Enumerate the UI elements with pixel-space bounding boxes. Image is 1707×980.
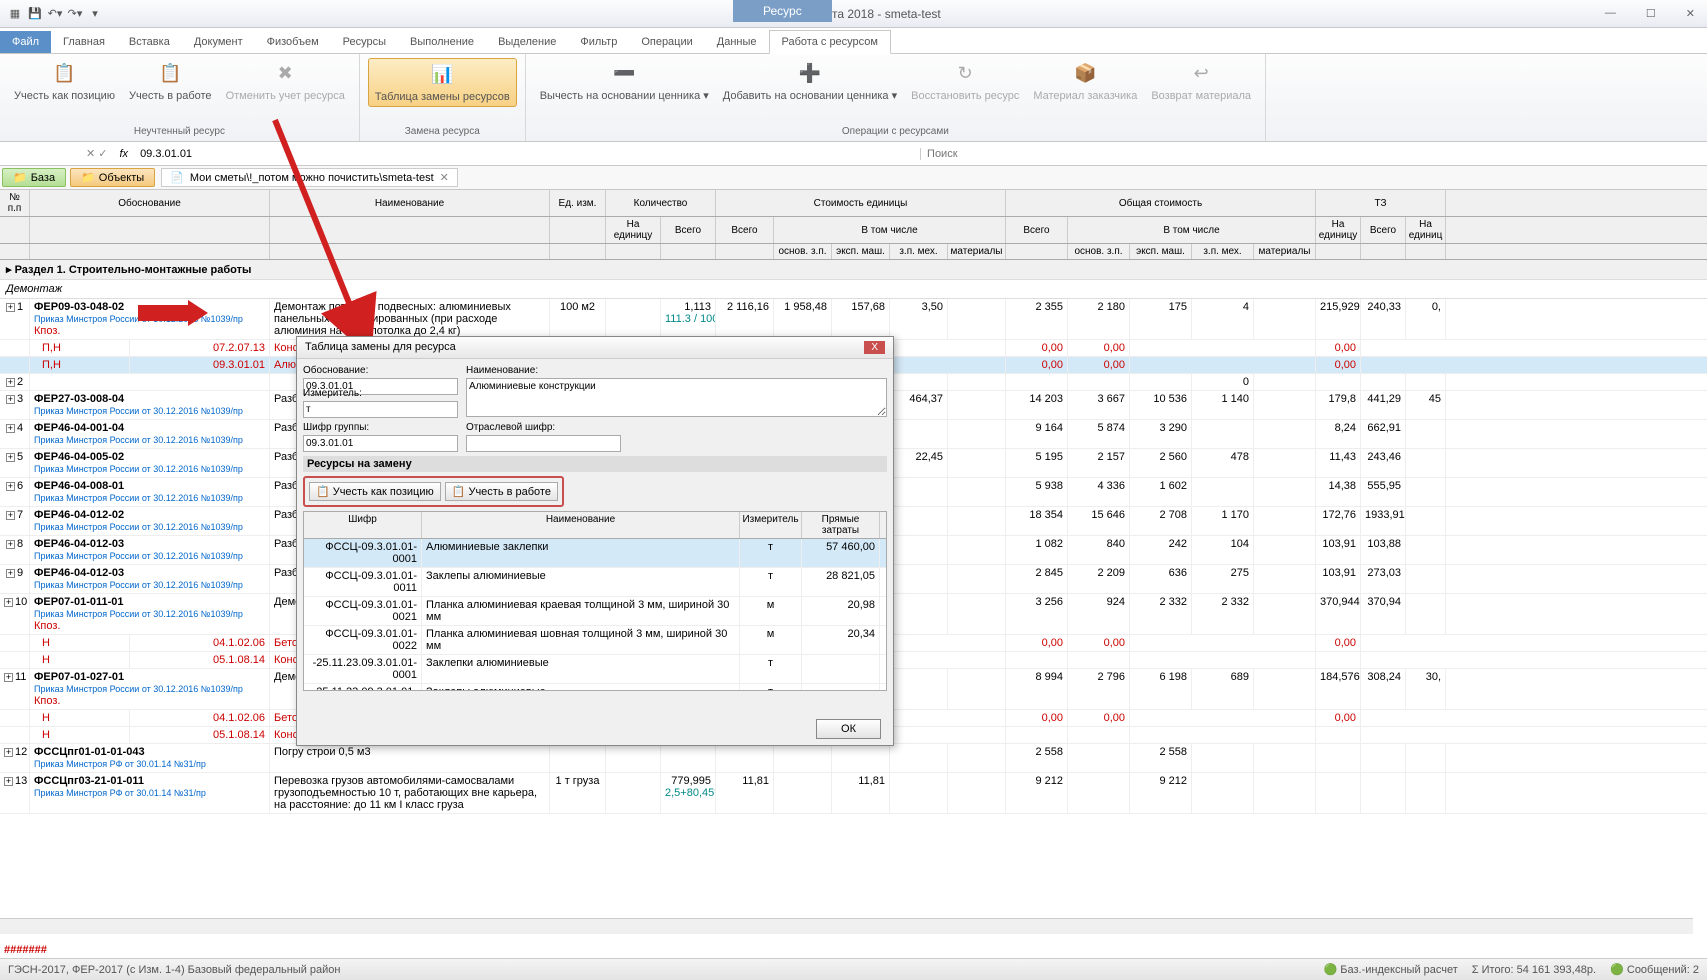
fx-label: fx bbox=[114, 148, 135, 160]
tab-main[interactable]: Главная bbox=[51, 31, 117, 53]
search-input[interactable] bbox=[920, 148, 1707, 160]
input-shifr[interactable] bbox=[303, 435, 458, 452]
table-row[interactable]: +12 ФССЦпг01-01-01-043Приказ Минстроя РФ… bbox=[0, 744, 1707, 773]
formula-input[interactable] bbox=[134, 148, 920, 160]
col-naim[interactable]: Наименование bbox=[270, 190, 550, 216]
document-tab[interactable]: 📄Мои сметы\!_потом можно почистить\smeta… bbox=[161, 168, 458, 187]
col-tz[interactable]: ТЗ bbox=[1316, 190, 1446, 216]
col-obsh[interactable]: Общая стоимость bbox=[1006, 190, 1316, 216]
dlg-section-header: Ресурсы на замену bbox=[303, 456, 887, 472]
dlg-grid-row[interactable]: ФССЦ-09.3.01.01-0011 Заклепы алюминиевые… bbox=[304, 568, 886, 597]
expand-icon[interactable]: + bbox=[4, 777, 13, 786]
hashes-indicator: ####### bbox=[4, 944, 47, 956]
expand-icon[interactable]: + bbox=[6, 378, 15, 387]
input-naim[interactable]: Алюминиевые конструкции bbox=[466, 378, 887, 417]
label-naim: Наименование: bbox=[466, 365, 887, 376]
expand-icon[interactable]: + bbox=[6, 569, 15, 578]
group-resource-ops: Операции с ресурсами bbox=[534, 124, 1257, 137]
btn-restore-resource[interactable]: ↻Восстановить ресурс bbox=[905, 58, 1025, 105]
tab-data[interactable]: Данные bbox=[705, 31, 769, 53]
expand-icon[interactable]: + bbox=[6, 395, 15, 404]
group-unaccounted: Неучтенный ресурс bbox=[8, 124, 351, 137]
tab-operations[interactable]: Операции bbox=[629, 31, 704, 53]
section-header[interactable]: ▸ Раздел 1. Строительно-монтажные работы bbox=[0, 260, 1707, 280]
group-replacement: Замена ресурса bbox=[368, 124, 517, 137]
dialog-close-icon[interactable]: X bbox=[864, 341, 885, 354]
app-icon: ▦ bbox=[6, 5, 24, 23]
col-num[interactable]: № п.п bbox=[0, 190, 30, 216]
context-tab[interactable]: Ресурс bbox=[733, 0, 832, 22]
expand-icon[interactable]: + bbox=[4, 748, 13, 757]
expand-icon[interactable]: + bbox=[4, 598, 13, 607]
nav-base[interactable]: 📁 База bbox=[2, 168, 66, 187]
status-messages[interactable]: 🟢 Сообщений: 2 bbox=[1610, 963, 1699, 976]
dlg-grid-row[interactable]: ФССЦ-09.3.01.01-0022 Планка алюминиевая … bbox=[304, 626, 886, 655]
status-calc-mode[interactable]: 🟢 Баз.-индексный расчет bbox=[1324, 963, 1458, 976]
tab-resources[interactable]: Ресурсы bbox=[331, 31, 398, 53]
btn-account-as-position[interactable]: 📋Учесть как позицию bbox=[8, 58, 121, 105]
tab-filter[interactable]: Фильтр bbox=[568, 31, 629, 53]
qat-redo-icon[interactable]: ↷▾ bbox=[66, 5, 84, 23]
close-icon[interactable]: ✕ bbox=[1678, 5, 1703, 22]
btn-account-in-work[interactable]: 📋Учесть в работе bbox=[123, 58, 218, 105]
dlg-btn-as-position[interactable]: 📋 Учесть как позицию bbox=[309, 482, 441, 501]
expand-icon[interactable]: + bbox=[4, 673, 13, 682]
tab-document[interactable]: Документ bbox=[182, 31, 255, 53]
table-row[interactable]: +13 ФССЦпг03-21-01-011Приказ Минстроя РФ… bbox=[0, 773, 1707, 814]
expand-icon[interactable]: + bbox=[6, 453, 15, 462]
label-otr: Отраслевой шифр: bbox=[466, 422, 621, 433]
dlg-grid[interactable]: Шифр Наименование Измеритель Прямые затр… bbox=[303, 511, 887, 691]
maximize-icon[interactable]: ☐ bbox=[1638, 5, 1664, 22]
dlg-grid-row[interactable]: ФССЦ-09.3.01.01-0001 Алюминиевые заклепк… bbox=[304, 539, 886, 568]
expand-icon[interactable]: + bbox=[6, 424, 15, 433]
col-obosn[interactable]: Обоснование bbox=[30, 190, 270, 216]
expand-icon[interactable]: + bbox=[6, 482, 15, 491]
status-total: Σ Итого: 54 161 393,48р. bbox=[1472, 964, 1596, 976]
dialog-title: Таблица замены для ресурса bbox=[305, 341, 456, 354]
tab-physvol[interactable]: Физобъем bbox=[255, 31, 331, 53]
horizontal-scrollbar[interactable] bbox=[0, 918, 1693, 934]
formula-cancel-icon[interactable]: ✕ ✓ bbox=[80, 147, 114, 160]
col-stoim[interactable]: Стоимость единицы bbox=[716, 190, 1006, 216]
qat-save-icon[interactable]: 💾 bbox=[26, 5, 44, 23]
input-izm[interactable] bbox=[303, 401, 458, 418]
dlg-grid-row[interactable]: ФССЦ-09.3.01.01-0021 Планка алюминиевая … bbox=[304, 597, 886, 626]
replacement-dialog: Таблица замены для ресурса X Обоснование… bbox=[296, 336, 894, 746]
menu-tabs: Файл Главная Вставка Документ Физобъем Р… bbox=[0, 28, 1707, 54]
col-kol[interactable]: Количество bbox=[606, 190, 716, 216]
qat-undo-icon[interactable]: ↶▾ bbox=[46, 5, 64, 23]
tab-execution[interactable]: Выполнение bbox=[398, 31, 486, 53]
dlg-btn-in-work[interactable]: 📋 Учесть в работе bbox=[445, 482, 558, 501]
btn-cancel-account[interactable]: ✖Отменить учет ресурса bbox=[220, 58, 351, 105]
table-row[interactable]: +1 ФЕР09-03-048-02Приказ Минстроя России… bbox=[0, 299, 1707, 340]
close-doc-icon[interactable]: ✕ bbox=[440, 171, 449, 184]
btn-add-price[interactable]: ➕Добавить на основании ценника ▾ bbox=[717, 58, 903, 105]
dlg-grid-row[interactable]: -25.11.23.09.3.01.01-0011 Заклепы алюмин… bbox=[304, 684, 886, 691]
btn-replacement-table[interactable]: 📊Таблица замены ресурсов bbox=[368, 58, 517, 107]
nav-objects[interactable]: 📁 Объекты bbox=[70, 168, 155, 187]
expand-icon[interactable]: + bbox=[6, 511, 15, 520]
label-obosn: Обоснование: bbox=[303, 365, 458, 376]
tab-resource-work[interactable]: Работа с ресурсом bbox=[769, 30, 891, 54]
col-ed[interactable]: Ед. изм. bbox=[550, 190, 606, 216]
dlg-grid-row[interactable]: -25.11.23.09.3.01.01-0001 Заклепки алюми… bbox=[304, 655, 886, 684]
btn-customer-material[interactable]: 📦Материал заказчика bbox=[1027, 58, 1143, 105]
label-shifr: Шифр группы: bbox=[303, 422, 458, 433]
subsection-header: Демонтаж bbox=[0, 280, 1707, 299]
expand-icon[interactable]: + bbox=[6, 540, 15, 549]
status-left: ГЭСН-2017, ФЕР-2017 (с Изм. 1-4) Базовый… bbox=[8, 964, 341, 976]
input-otr[interactable] bbox=[466, 435, 621, 452]
tab-insert[interactable]: Вставка bbox=[117, 31, 182, 53]
minimize-icon[interactable]: — bbox=[1597, 5, 1624, 22]
tab-file[interactable]: Файл bbox=[0, 31, 51, 53]
label-izm: Измеритель: bbox=[303, 388, 458, 399]
qat-more-icon[interactable]: ▾ bbox=[86, 5, 104, 23]
tab-selection[interactable]: Выделение bbox=[486, 31, 568, 53]
dlg-ok-button[interactable]: ОК bbox=[816, 719, 881, 739]
btn-subtract-price[interactable]: ➖Вычесть на основании ценника ▾ bbox=[534, 58, 715, 105]
btn-return-material[interactable]: ↩Возврат материала bbox=[1145, 58, 1257, 105]
expand-icon[interactable]: + bbox=[6, 303, 15, 312]
